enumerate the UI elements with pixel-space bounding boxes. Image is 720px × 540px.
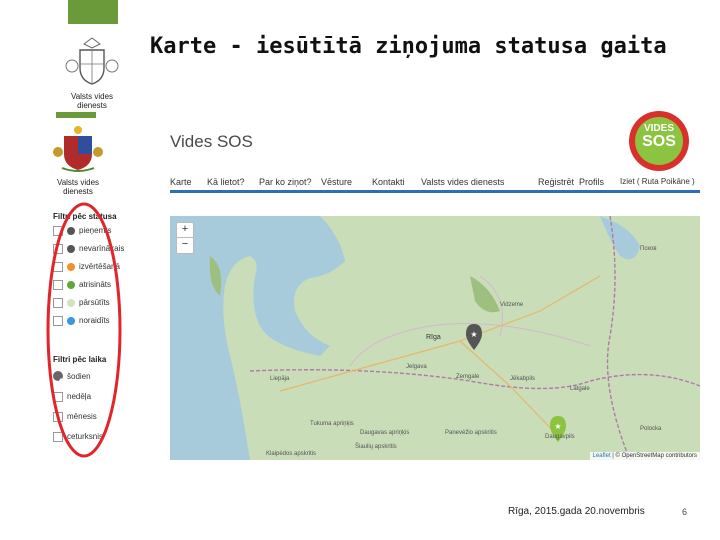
- map-label-jekabpils: Jēkabpils: [510, 376, 536, 382]
- top-logo: Valsts vides dienests: [62, 34, 122, 110]
- nav-underline: [170, 190, 700, 193]
- slide-footer: Rīga, 2015.gada 20.novembris: [508, 506, 645, 517]
- badge-line2: SOS: [642, 133, 676, 150]
- nav-item-registret[interactable]: Reģistrēt: [538, 177, 574, 187]
- vides-sos-badge[interactable]: VIDES SOS: [628, 110, 690, 172]
- logo-text-line2: dienests: [77, 101, 107, 110]
- svg-text:★: ★: [470, 330, 477, 339]
- small-logo-text-line1: Valsts vides: [56, 178, 100, 187]
- report-marker-gray[interactable]: ★: [466, 324, 482, 350]
- nav-item-par-ko-zinot[interactable]: Par ko ziņot?: [259, 177, 312, 187]
- osm-attribution[interactable]: © OpenStreetMap contributors: [616, 453, 697, 459]
- map-label-polocka: Polocka: [640, 426, 662, 432]
- map-attribution: Leaflet | © OpenStreetMap contributors: [589, 452, 700, 460]
- red-annotation-ellipse: [46, 202, 122, 458]
- nav-item-profils[interactable]: Profils: [579, 177, 604, 187]
- map-label-pskov: Псков: [640, 246, 657, 252]
- svg-text:★: ★: [554, 422, 561, 431]
- top-accent-bar: [68, 0, 118, 24]
- map-label-panevezio: Panevėžio apskritis: [445, 430, 497, 436]
- colored-coat-of-arms-icon: [53, 126, 103, 172]
- map-label-tukuma: Tukuma apriņķis: [310, 421, 354, 427]
- map-label-daugavpils: Daugavpils: [545, 434, 575, 440]
- map-label-klaipedos: Klaipėdos apskritis: [266, 451, 317, 457]
- small-logo-text-line2: dienests: [63, 187, 93, 196]
- leaflet-link[interactable]: Leaflet: [593, 453, 611, 459]
- map-label-riga: Rīga: [426, 334, 441, 341]
- map-label-liepaja: Liepāja: [270, 376, 290, 382]
- page-number: 6: [682, 507, 688, 517]
- map-label-vidzeme: Vidzeme: [500, 302, 524, 308]
- map-label-latgale: Latgale: [570, 386, 590, 392]
- nav-bar: Karte Kā lietot? Par ko ziņot? Vēsture K…: [170, 177, 700, 191]
- map-label-siauliu: Šiaulių apskritis: [355, 444, 397, 450]
- mid-accent-bar: [56, 112, 96, 118]
- slide-title: Karte - iesūtītā ziņojuma statusa gaita: [150, 34, 667, 59]
- map-view[interactable]: ★ ★ Rīga Jelgava Zemgale Vidzeme Latgale…: [170, 216, 700, 460]
- small-logo: Valsts vides dienests: [52, 124, 104, 196]
- nav-item-kontakti[interactable]: Kontakti: [372, 177, 405, 187]
- nav-item-ka-lietot[interactable]: Kā lietot?: [207, 177, 245, 187]
- logo-text-line1: Valsts vides: [70, 92, 114, 101]
- app-title[interactable]: Vides SOS: [170, 132, 253, 152]
- nav-item-vesture[interactable]: Vēsture: [321, 177, 352, 187]
- map-label-jelgava: Jelgava: [406, 364, 427, 370]
- nav-item-vvd[interactable]: Valsts vides dienests: [421, 177, 504, 187]
- map-label-daugavas: Daugavas apriņķis: [360, 430, 410, 436]
- coat-of-arms-icon: [65, 37, 119, 85]
- zoom-out-button[interactable]: −: [176, 237, 194, 254]
- nav-item-karte[interactable]: Karte: [170, 177, 192, 187]
- map-label-zemgale: Zemgale: [456, 374, 480, 380]
- nav-item-iziet[interactable]: Iziet ( Ruta Poikāne ): [620, 177, 695, 186]
